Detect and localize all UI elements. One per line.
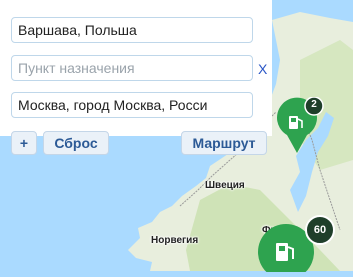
map-label-sweden: Швеция: [205, 180, 245, 191]
destination-input[interactable]: [11, 55, 253, 81]
route-button[interactable]: Маршрут: [181, 131, 267, 155]
waypoint-input[interactable]: [11, 92, 253, 118]
marker-count-badge: 60: [313, 224, 327, 236]
clear-destination-button[interactable]: X: [258, 61, 267, 77]
add-waypoint-button[interactable]: +: [11, 131, 37, 155]
map-label-norway: Норвегия: [151, 235, 199, 246]
route-panel: X: [0, 0, 272, 136]
marker-count-badge: 2: [311, 99, 317, 110]
reset-button[interactable]: Сброс: [43, 131, 109, 155]
origin-input[interactable]: [11, 17, 253, 43]
fuel-station-cluster-marker[interactable]: 60: [258, 212, 353, 277]
fuel-station-marker[interactable]: 2: [275, 96, 345, 164]
